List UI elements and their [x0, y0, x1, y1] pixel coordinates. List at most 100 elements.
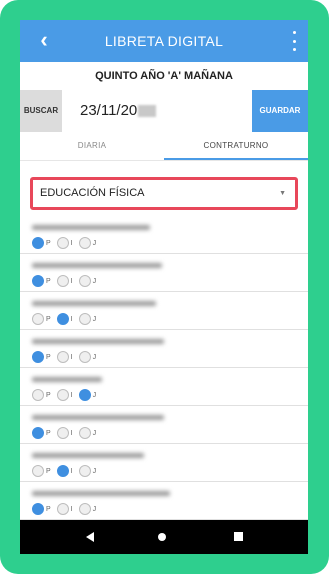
app-title: LIBRETA DIGITAL — [104, 33, 224, 49]
student-row: P IJ — [20, 444, 308, 482]
attendance-option-j[interactable]: J — [78, 312, 96, 326]
radio-button[interactable] — [56, 275, 69, 287]
radio-button[interactable] — [32, 351, 44, 363]
attendance-radio-group: P IJ — [32, 464, 102, 478]
attendance-radio-group: P IJ — [32, 350, 102, 364]
attendance-option-j[interactable]: J — [78, 388, 97, 402]
radio-button[interactable] — [56, 313, 69, 325]
app-bar: ‹ LIBRETA DIGITAL — [20, 20, 308, 62]
radio-label: P — [46, 391, 51, 399]
save-button[interactable]: GUARDAR — [252, 90, 308, 132]
attendance-option-i[interactable]: I — [56, 464, 73, 478]
subject-value: EDUCACIÓN FÍSICA — [40, 187, 145, 199]
attendance-radio-group: P IJ — [32, 312, 102, 326]
date-field[interactable]: 23/11/20 — [80, 90, 200, 132]
radio-button[interactable] — [32, 275, 44, 287]
radio-label: P — [46, 315, 51, 323]
radio-button[interactable] — [56, 465, 69, 477]
nav-back-icon[interactable] — [86, 532, 94, 542]
radio-label: I — [70, 467, 73, 475]
attendance-radio-group: PI J — [32, 388, 102, 402]
tab-contraturno[interactable]: CONTRATURNO — [164, 132, 308, 160]
attendance-option-p[interactable]: P — [32, 236, 51, 250]
subject-dropdown[interactable]: EDUCACIÓN FÍSICA ▼ — [30, 177, 298, 210]
radio-button[interactable] — [56, 237, 69, 249]
attendance-option-j[interactable]: J — [78, 502, 97, 516]
attendance-option-p[interactable]: P — [32, 388, 51, 402]
radio-button[interactable] — [32, 237, 44, 249]
radio-label: P — [46, 467, 51, 475]
caret-down-icon: ▼ — [279, 190, 286, 197]
attendance-radio-group: PI J — [32, 502, 102, 516]
attendance-option-i[interactable]: I — [56, 388, 73, 402]
attendance-option-i[interactable]: I — [56, 350, 73, 364]
student-name-redacted — [32, 225, 150, 230]
student-row: PIJ — [20, 254, 308, 292]
radio-button[interactable] — [78, 427, 91, 439]
radio-label: P — [46, 277, 51, 285]
radio-label: I — [70, 239, 73, 247]
radio-label: I — [70, 429, 73, 437]
radio-label: J — [92, 429, 97, 437]
radio-button[interactable] — [78, 275, 91, 287]
radio-button[interactable] — [78, 237, 91, 249]
attendance-option-j[interactable]: J — [78, 236, 96, 250]
tab-diaria[interactable]: DIARIA — [20, 132, 164, 160]
radio-button[interactable] — [32, 313, 44, 325]
radio-button[interactable] — [56, 351, 69, 363]
student-row: P IJ — [20, 330, 308, 368]
nav-recents-icon[interactable] — [234, 532, 243, 541]
attendance-radio-group: PIJ — [32, 426, 102, 440]
search-button[interactable]: BUSCAR — [20, 90, 62, 132]
student-row: PI J — [20, 482, 308, 520]
student-row: P IJ — [20, 292, 308, 330]
attendance-option-p[interactable]: P — [32, 350, 51, 364]
attendance-option-j[interactable]: J — [78, 274, 96, 288]
attendance-option-j[interactable]: J — [78, 350, 96, 364]
radio-button[interactable] — [32, 427, 44, 439]
more-options-icon[interactable] — [290, 29, 298, 53]
attendance-option-p[interactable]: P — [32, 274, 51, 288]
student-name-redacted — [32, 453, 144, 458]
radio-button[interactable] — [78, 313, 91, 325]
radio-label: P — [46, 429, 51, 437]
attendance-option-j[interactable]: J — [78, 426, 97, 440]
radio-button[interactable] — [78, 503, 91, 515]
radio-label: J — [92, 505, 97, 513]
date-redacted — [138, 105, 157, 118]
student-name-redacted — [32, 377, 102, 382]
attendance-option-p[interactable]: P — [32, 502, 51, 516]
radio-label: J — [92, 391, 97, 399]
attendance-option-i[interactable]: I — [56, 274, 73, 288]
radio-button[interactable] — [56, 503, 69, 515]
nav-home-icon[interactable] — [158, 533, 166, 541]
attendance-option-p[interactable]: P — [32, 312, 51, 326]
attendance-option-i[interactable]: I — [56, 502, 73, 516]
radio-button[interactable] — [56, 389, 69, 401]
attendance-option-p[interactable]: P — [32, 426, 51, 440]
attendance-radio-group: PIJ — [32, 274, 102, 288]
radio-label: I — [70, 315, 73, 323]
radio-button[interactable] — [78, 465, 91, 477]
attendance-option-p[interactable]: P — [32, 464, 51, 478]
attendance-option-i[interactable]: I — [56, 312, 73, 326]
radio-button[interactable] — [78, 389, 91, 401]
back-arrow-icon[interactable]: ‹ — [32, 26, 56, 54]
attendance-option-j[interactable]: J — [78, 464, 96, 478]
student-name-redacted — [32, 491, 170, 496]
app-screen: ‹ LIBRETA DIGITAL QUINTO AÑO 'A' MAÑANA … — [20, 20, 308, 554]
attendance-option-i[interactable]: I — [56, 236, 73, 250]
radio-label: I — [70, 353, 73, 361]
search-row: BUSCAR 23/11/20 GUARDAR — [20, 90, 308, 132]
attendance-radio-group: P IJ — [32, 236, 102, 250]
course-label: QUINTO AÑO 'A' MAÑANA — [95, 70, 233, 82]
radio-button[interactable] — [32, 503, 44, 515]
attendance-option-i[interactable]: I — [56, 426, 73, 440]
radio-button[interactable] — [78, 351, 91, 363]
radio-button[interactable] — [32, 465, 44, 477]
radio-button[interactable] — [56, 427, 69, 439]
tab-bar: DIARIA CONTRATURNO — [20, 132, 308, 160]
radio-button[interactable] — [32, 389, 44, 401]
radio-label: P — [46, 353, 51, 361]
radio-label: P — [46, 239, 51, 247]
